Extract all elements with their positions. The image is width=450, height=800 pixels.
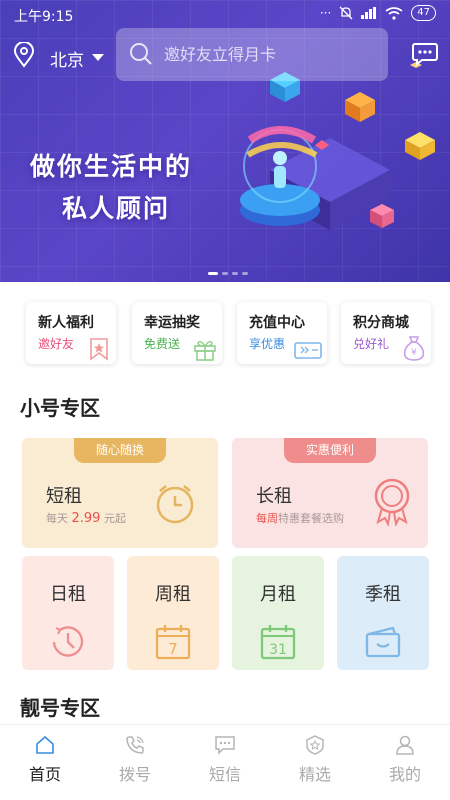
status-time: 上午9:15 [14,9,74,25]
quick-entry-title: 新人福利 [38,315,94,331]
quick-entry-subtitle: 享优惠 [249,337,286,351]
short-rent-price: 2.99 [71,511,101,526]
battery-indicator: 47 [411,5,436,21]
banner-dot [242,272,248,275]
status-icons: ··· 47 [320,5,436,21]
recharge-card-icon [294,342,322,359]
quick-entries: 新人福利 邀好友 幸运抽奖 免费送 充值中心 享优惠 积分商城 兑好礼 ¥ [0,296,450,368]
tab-sms[interactable]: 短信 [180,725,270,800]
long-rent-sub-rest: 特惠套餐选购 [278,512,344,525]
promo-banner[interactable]: 做你生活中的 私人顾问 上午9:15 ··· 47 北京 邀好友立得月卡 [0,0,450,282]
location-pin-icon[interactable] [13,42,35,68]
rent-type-quarterly[interactable]: 季租 [337,556,429,670]
long-rent-title: 长租 [256,486,292,507]
calendar-number: 7 [168,640,178,658]
short-rent-sub-suffix: 元起 [100,512,126,525]
points-bag-icon: ¥ [403,336,425,361]
tab-label: 首页 [28,765,61,784]
alarm-clock-icon [156,485,194,524]
calendar-number: 31 [269,642,287,658]
city-selector[interactable]: 北京 [50,46,84,71]
tab-featured[interactable]: 精选 [270,725,360,800]
banner-illustration [240,62,435,230]
clock-icon [52,626,84,657]
banner-pagination [208,272,248,275]
rent-type-monthly[interactable]: 月租 31 [232,556,324,670]
user-icon [396,735,414,755]
section-title-fancy: 靓号专区 [20,696,100,720]
tab-mine[interactable]: 我的 [360,725,450,800]
long-rent-sub-highlight: 每周 [256,512,278,525]
search-icon [130,43,152,65]
chevron-down-icon[interactable] [92,54,104,61]
tab-label: 拨号 [118,765,151,784]
gift-icon [194,340,216,361]
quick-entry-title: 幸运抽奖 [144,315,200,331]
wallet-icon [365,626,401,658]
tab-label: 短信 [208,765,241,784]
rent-type-weekly[interactable]: 周租 7 [127,556,219,670]
quick-entry-subtitle: 免费送 [144,337,181,351]
tab-home[interactable]: 首页 [0,725,90,800]
tab-dial[interactable]: 拨号 [90,725,180,800]
star-shield-icon [306,735,324,755]
banner-dot-active [208,272,218,275]
short-rent-subtitle: 每天 2.99 元起 [46,510,126,526]
bookmark-star-icon [90,338,108,361]
quick-entry-subtitle: 邀好友 [38,337,75,351]
long-rent-card[interactable]: 实惠便利 长租 每周特惠套餐选购 [232,438,428,548]
banner-slogan: 做你生活中的 私人顾问 [30,146,192,230]
quick-entry-lottery[interactable]: 幸运抽奖 免费送 [132,302,222,364]
banner-dot [232,272,238,275]
status-bar: 上午9:15 ··· 47 [0,0,450,28]
short-rent-title: 短租 [46,486,82,507]
wifi-icon [385,6,403,20]
quick-entry-recharge[interactable]: 充值中心 享优惠 [237,302,327,364]
rent-type-title: 日租 [50,584,86,605]
home-icon [36,735,54,754]
message-bubble-icon[interactable] [412,42,438,66]
quick-entry-subtitle: 兑好礼 [353,337,390,351]
banner-slogan-line2: 私人顾问 [62,194,171,223]
short-rent-card[interactable]: 随心随换 短租 每天 2.99 元起 [22,438,218,548]
top-bar: 北京 [0,28,450,84]
status-dots: ··· [319,6,332,20]
banner-slogan-line1: 做你生活中的 [30,152,193,181]
tab-label: 我的 [388,765,421,784]
section-title-small: 小号专区 [20,396,100,420]
rent-type-daily[interactable]: 日租 [22,556,114,670]
rent-type-title: 季租 [365,584,401,605]
cell-signal-icon [361,7,377,19]
banner-dot [222,272,228,275]
short-rent-tag: 随心随换 [74,438,166,463]
long-rent-tag: 实惠便利 [284,438,376,463]
quick-entry-points-mall[interactable]: 积分商城 兑好礼 ¥ [341,302,431,364]
short-rent-sub-prefix: 每天 [46,512,72,525]
rent-type-title: 周租 [155,584,191,605]
quick-entry-title: 充值中心 [249,315,305,331]
mute-bell-icon [339,6,353,20]
rent-type-title: 月租 [260,584,296,605]
bottom-tab-bar: 首页 拨号 短信 精选 我的 [0,724,450,800]
phone-icon [126,736,144,754]
award-medal-icon [374,478,410,526]
quick-entry-title: 积分商城 [353,315,409,331]
long-rent-subtitle: 每周特惠套餐选购 [256,510,344,526]
app-root: 做你生活中的 私人顾问 上午9:15 ··· 47 北京 邀好友立得月卡 新人福… [0,0,450,800]
calendar-7-icon: 7 [155,625,191,660]
quick-entry-newbie[interactable]: 新人福利 邀好友 [26,302,116,364]
calendar-31-icon: 31 [260,625,296,660]
search-input[interactable] [164,41,374,67]
search-box[interactable] [116,28,388,81]
tab-label: 精选 [298,765,331,784]
svg-text:¥: ¥ [411,348,417,358]
message-icon [215,736,235,755]
